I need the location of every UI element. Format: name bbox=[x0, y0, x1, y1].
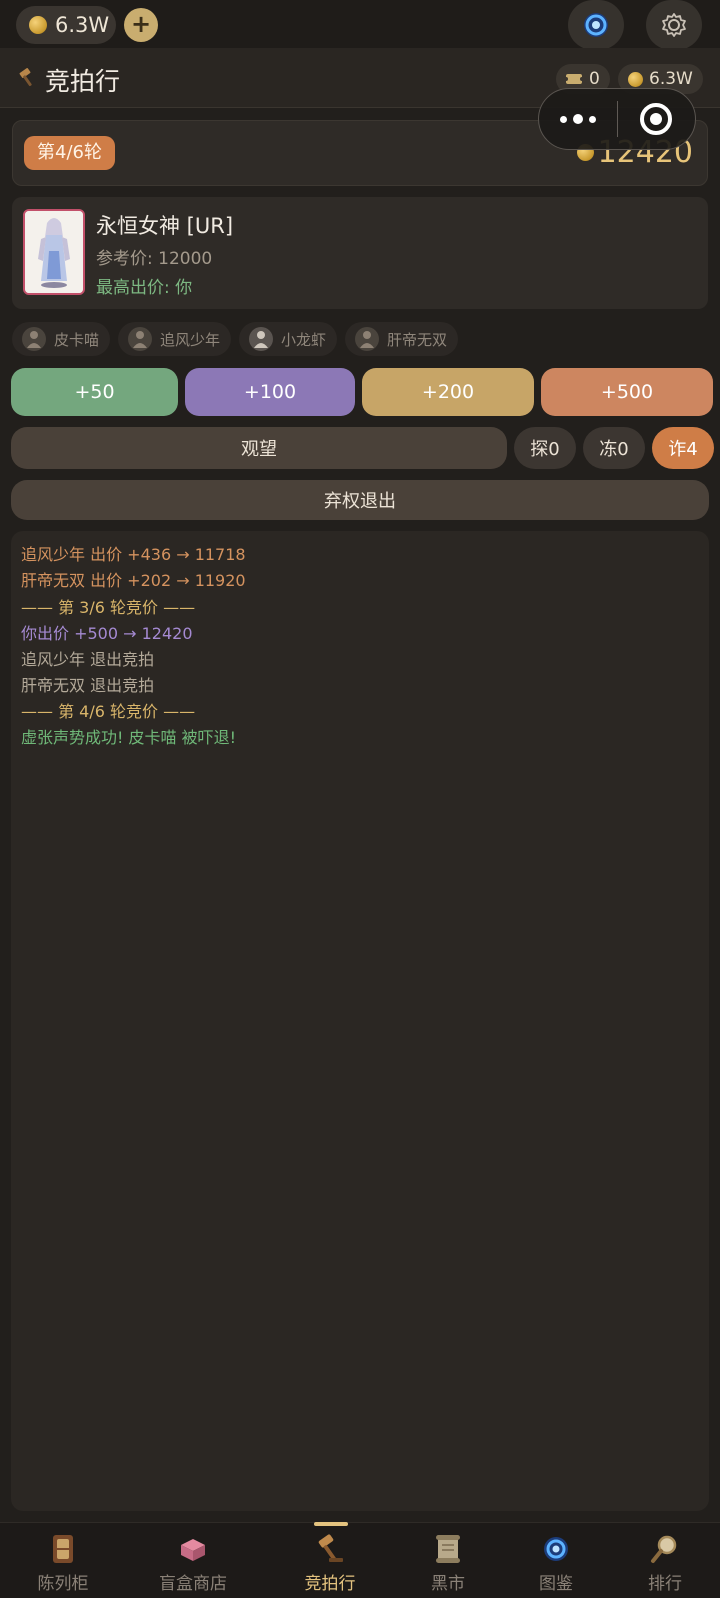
tab-blindbox-shop[interactable]: 盲盒商店 bbox=[133, 1523, 253, 1598]
page-title: 竞拍行 bbox=[45, 67, 121, 96]
gift-box-icon bbox=[181, 1539, 205, 1561]
freeze-button[interactable]: 冻0 bbox=[583, 427, 645, 469]
gavel-icon bbox=[318, 1534, 343, 1562]
person-icon bbox=[27, 331, 41, 348]
bidder-name: 肝帝无双 bbox=[387, 330, 448, 349]
header-coin-value: 6.3W bbox=[649, 69, 693, 89]
bidder-chip: 皮卡喵 bbox=[12, 322, 111, 356]
probe-button[interactable]: 探0 bbox=[514, 427, 576, 469]
bottom-tab-bar: 陈列柜 盲盒商店 竞拍行 黑市 图鉴 排行 bbox=[0, 1522, 720, 1598]
portal-icon bbox=[544, 1537, 568, 1561]
bid-500-button[interactable]: +500 bbox=[541, 368, 713, 416]
settings-button[interactable] bbox=[646, 0, 702, 50]
coin-icon bbox=[628, 71, 643, 87]
tab-label: 陈列柜 bbox=[37, 1574, 89, 1594]
log-round-divider: —— 第 4/6 轮竞价 —— bbox=[21, 702, 196, 721]
coin-icon bbox=[29, 16, 47, 34]
watch-button[interactable]: 观望 bbox=[11, 427, 507, 469]
bid-100-button[interactable]: +100 bbox=[185, 368, 355, 416]
bidder-name: 追风少年 bbox=[160, 330, 221, 349]
more-button[interactable] bbox=[539, 114, 617, 124]
person-icon bbox=[360, 331, 375, 348]
forfeit-button[interactable]: 弃权退出 bbox=[11, 480, 709, 520]
item-top-bid: 最高出价: 你 bbox=[96, 278, 193, 298]
bluff-button[interactable]: 诈4 bbox=[652, 427, 714, 469]
tab-black-market[interactable]: 黑市 bbox=[388, 1523, 508, 1598]
bidder-name: 皮卡喵 bbox=[54, 330, 100, 349]
scroll-icon bbox=[436, 1535, 460, 1563]
miniprogram-capsule bbox=[538, 88, 696, 150]
auction-log: 追风少年 出价 +436 → 11718 肝帝无双 出价 +202 → 1192… bbox=[11, 531, 709, 1511]
log-entry: 虚张声势成功! 皮卡喵 被吓退! bbox=[21, 728, 237, 747]
log-round-divider: —— 第 3/6 轮竞价 —— bbox=[21, 598, 196, 617]
ticket-icon bbox=[566, 74, 582, 84]
magnifier-icon bbox=[651, 1535, 677, 1563]
coin-balance-value: 6.3W bbox=[55, 13, 110, 37]
log-entry: 追风少年 出价 +436 → 11718 bbox=[21, 545, 246, 564]
bidder-name: 小龙虾 bbox=[281, 330, 327, 349]
log-entry: 肝帝无双 退出竞拍 bbox=[21, 676, 155, 695]
bidder-list: 皮卡喵 追风少年 小龙虾 肝帝无双 bbox=[12, 322, 459, 358]
tab-label: 竞拍行 bbox=[304, 1574, 356, 1594]
bidder-chip: 小龙虾 bbox=[239, 322, 338, 356]
log-entry: 追风少年 退出竞拍 bbox=[21, 650, 155, 669]
person-icon bbox=[133, 331, 148, 348]
tab-encyclopedia[interactable]: 图鉴 bbox=[496, 1523, 616, 1598]
gavel-icon bbox=[19, 68, 32, 87]
more-dot-icon bbox=[588, 115, 596, 123]
item-thumbnail[interactable] bbox=[23, 209, 85, 295]
bidder-chip: 追风少年 bbox=[118, 322, 232, 356]
action-row: 观望 探0 冻0 诈4 bbox=[11, 427, 714, 469]
cabinet-icon bbox=[53, 1535, 73, 1563]
tab-label: 黑市 bbox=[431, 1574, 465, 1594]
more-dot-icon bbox=[559, 115, 567, 123]
avatar bbox=[249, 327, 274, 351]
gear-icon bbox=[662, 13, 686, 37]
avatar bbox=[22, 327, 46, 351]
person-icon bbox=[254, 331, 269, 348]
portal-button[interactable] bbox=[568, 0, 624, 50]
portal-icon bbox=[584, 13, 608, 37]
top-bar: 6.3W + bbox=[0, 0, 720, 50]
more-dot-icon bbox=[572, 114, 583, 124]
tab-label: 排行 bbox=[648, 1574, 682, 1594]
tab-auction[interactable]: 竞拍行 bbox=[270, 1523, 390, 1598]
close-miniprogram-button[interactable] bbox=[618, 101, 696, 137]
bid-button-row: +50 +100 +200 +500 bbox=[11, 368, 713, 416]
bidder-chip: 肝帝无双 bbox=[345, 322, 459, 356]
avatar bbox=[128, 327, 153, 351]
active-tab-indicator bbox=[314, 1522, 348, 1526]
target-icon bbox=[640, 103, 673, 135]
coin-balance: 6.3W bbox=[16, 6, 116, 44]
add-coins-button[interactable]: + bbox=[124, 8, 158, 42]
log-entry: 你出价 +500 → 12420 bbox=[21, 624, 193, 643]
tab-label: 盲盒商店 bbox=[159, 1574, 227, 1594]
ticket-balance-value: 0 bbox=[589, 69, 600, 89]
item-card: 永恒女神 [UR] 参考价: 12000 最高出价: 你 bbox=[12, 197, 708, 309]
round-badge: 第4/6轮 bbox=[24, 136, 115, 170]
tab-label: 图鉴 bbox=[539, 1574, 573, 1594]
item-name: 永恒女神 [UR] bbox=[96, 214, 234, 238]
item-reference-price: 参考价: 12000 bbox=[96, 249, 213, 269]
tab-showcase[interactable]: 陈列柜 bbox=[3, 1523, 123, 1598]
bid-50-button[interactable]: +50 bbox=[11, 368, 178, 416]
avatar bbox=[355, 327, 380, 351]
tab-ranking[interactable]: 排行 bbox=[605, 1523, 720, 1598]
goddess-figure-icon bbox=[25, 211, 83, 293]
bid-200-button[interactable]: +200 bbox=[362, 368, 534, 416]
log-entry: 肝帝无双 出价 +202 → 11920 bbox=[21, 571, 246, 590]
